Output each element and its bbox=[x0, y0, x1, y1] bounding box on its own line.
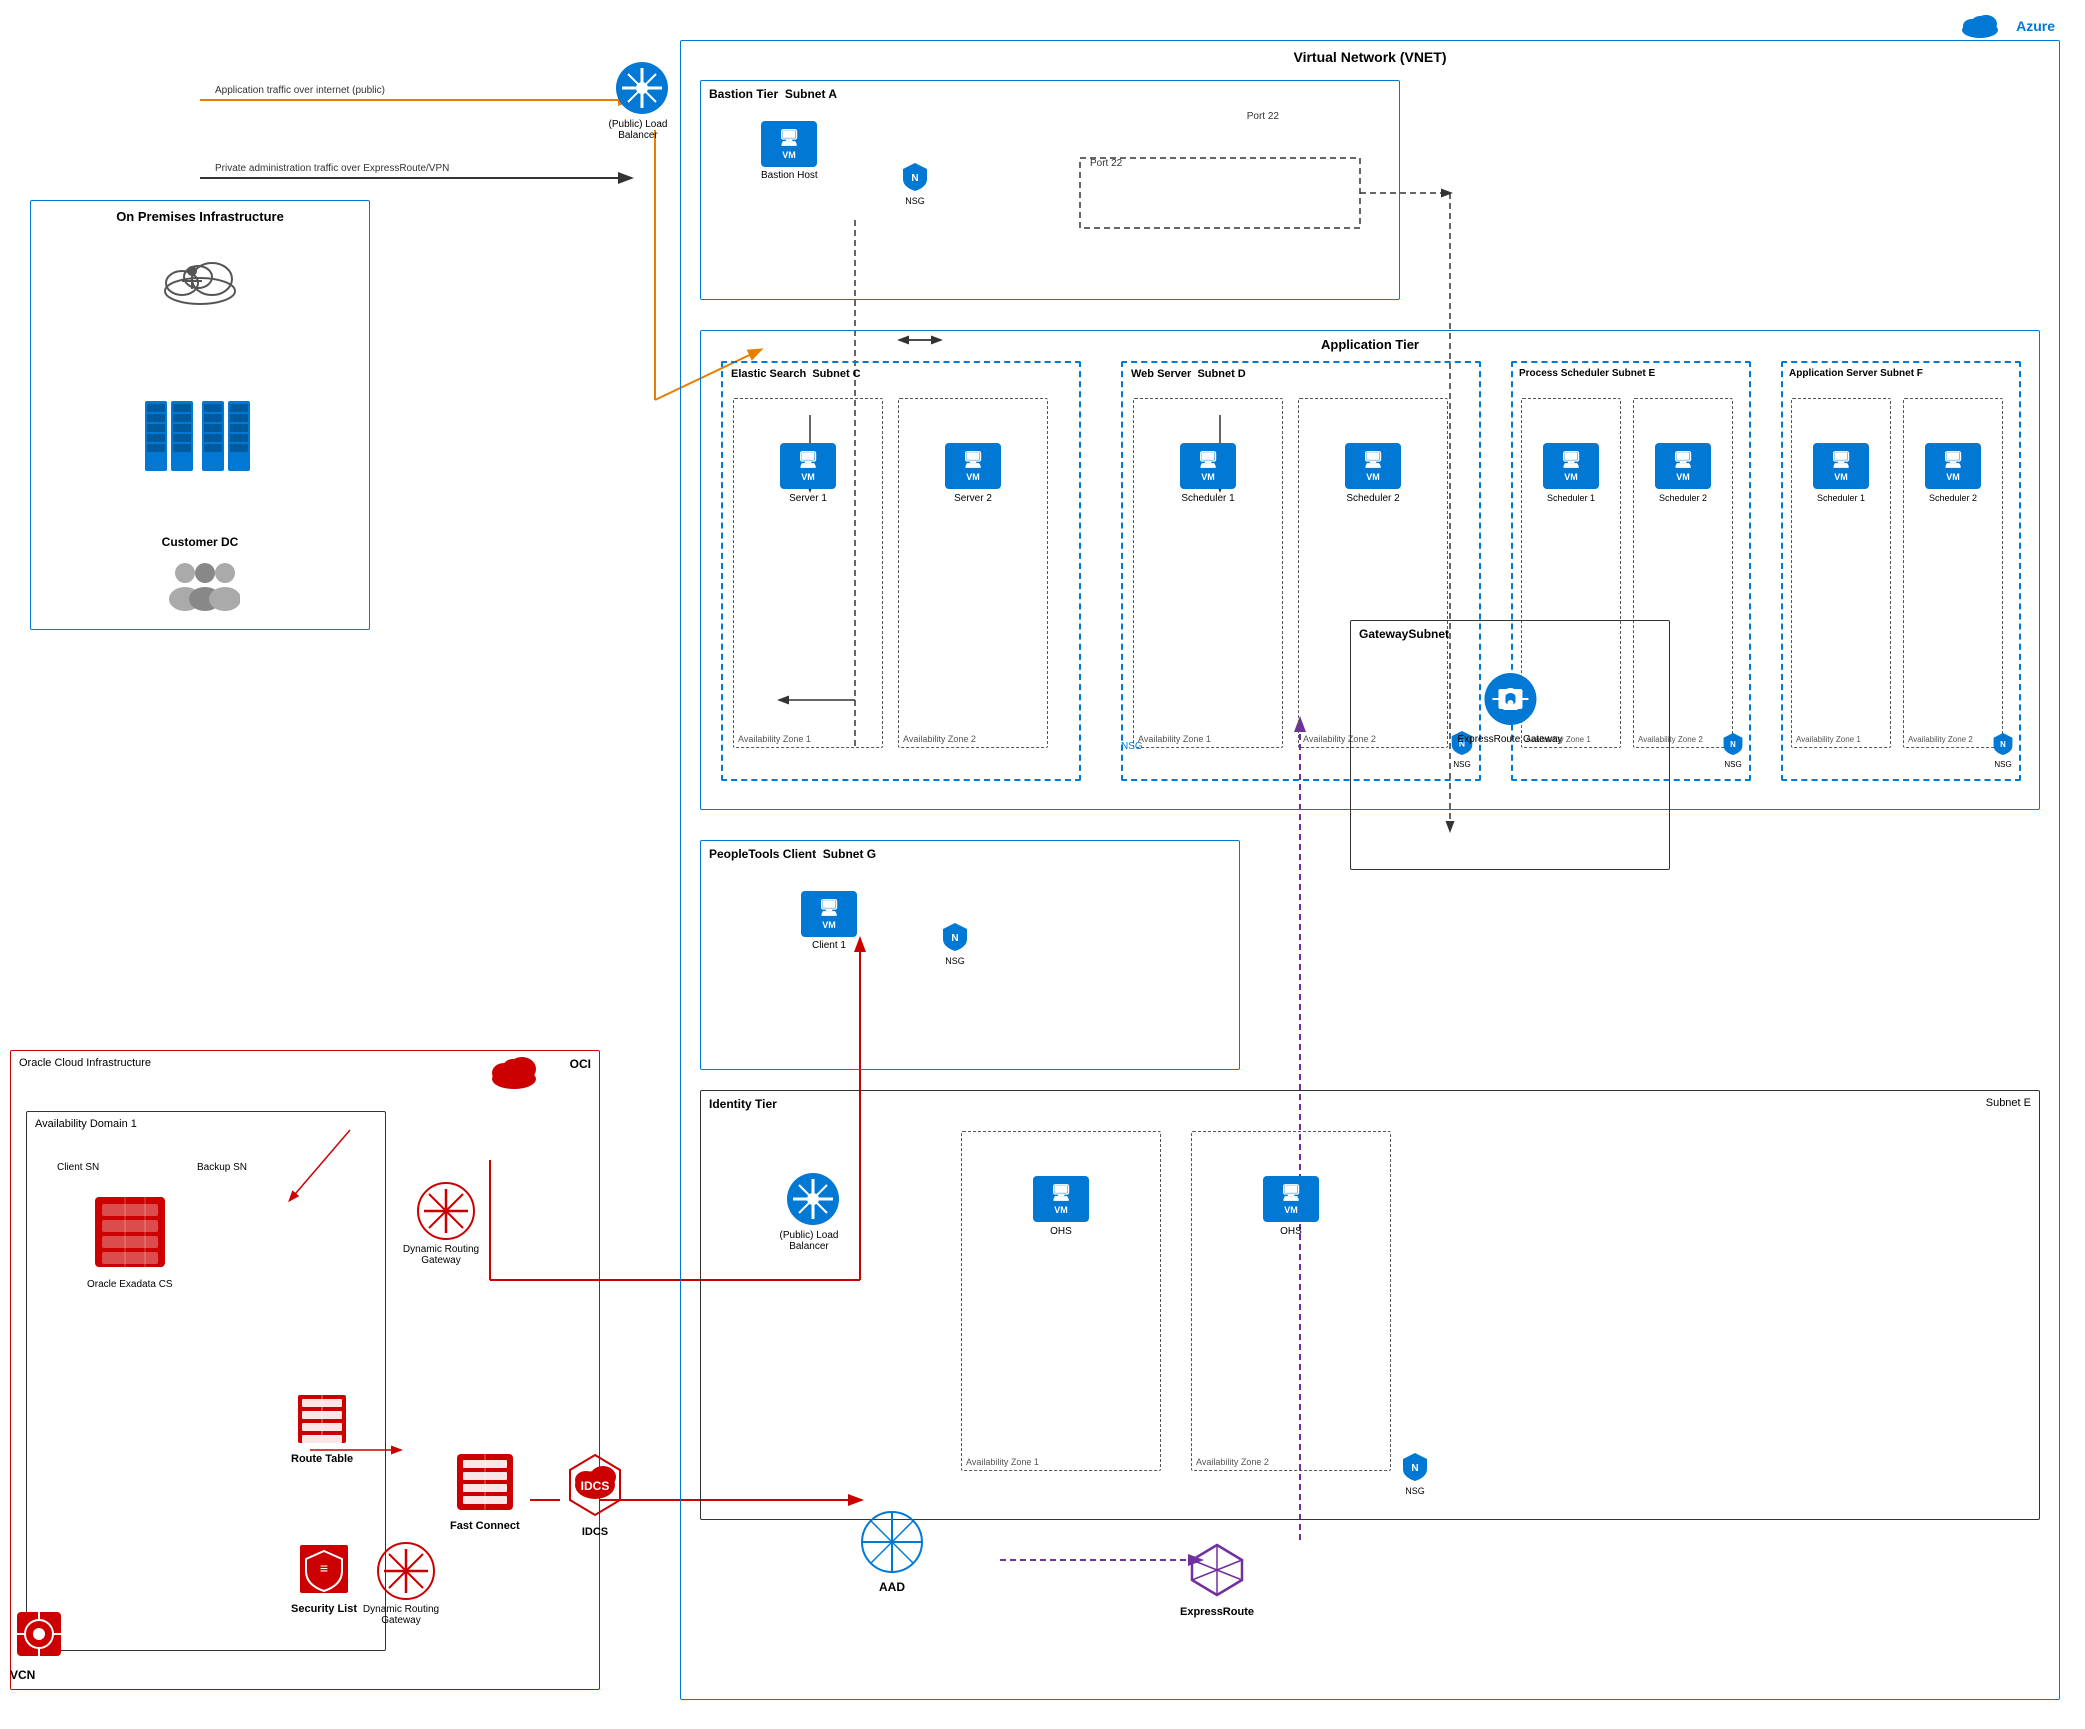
drg-bottom-container: Dynamic Routing Gateway bbox=[371, 1541, 441, 1626]
customer-dc-label: Customer DC bbox=[162, 535, 239, 549]
nsg-identity: N NSG bbox=[1401, 1451, 1429, 1496]
expressroute-container: ExpressRoute bbox=[1180, 1540, 1254, 1618]
server-icons bbox=[145, 401, 255, 484]
ohs1-vm: 🖥 VM bbox=[1033, 1176, 1089, 1222]
aad-container: AAD bbox=[860, 1510, 924, 1594]
public-lb-top: (Public) Load Balancer bbox=[610, 60, 673, 141]
backup-sn-label: Backup SN bbox=[197, 1162, 247, 1173]
fast-connect-container: Fast Connect bbox=[450, 1450, 520, 1532]
es-az2: 🖥 VM Server 2 Availability Zone 2 bbox=[898, 398, 1048, 748]
bastion-tier-label: Bastion Tier Subnet A bbox=[709, 87, 837, 101]
ohs2-vm: 🖥 VM bbox=[1263, 1176, 1319, 1222]
vnet-label: Virtual Network (VNET) bbox=[1294, 49, 1447, 65]
port22-label: Port 22 bbox=[1247, 111, 1279, 122]
as-scheduler2-vm: 🖥 VM bbox=[1925, 443, 1981, 489]
svg-text:N: N bbox=[1730, 740, 1736, 749]
nsg-as: N NSG bbox=[1992, 731, 2014, 769]
on-premises-label: On Premises Infrastructure bbox=[116, 209, 284, 224]
ohs-az1: 🖥 VM OHS Availability Zone 1 bbox=[961, 1131, 1161, 1471]
client1-container: 🖥 VM Client 1 bbox=[801, 891, 857, 951]
app-server-box: Application Server Subnet F 🖥 VM Schedul… bbox=[1781, 361, 2021, 781]
as-scheduler1-vm: 🖥 VM bbox=[1813, 443, 1869, 489]
gateway-subnet-box: GatewaySubnet ExpressRoute Gateway bbox=[1350, 620, 1670, 870]
server1-vm: 🖥 VM bbox=[780, 443, 836, 489]
svg-text:N: N bbox=[911, 173, 918, 184]
oci-label: OCI bbox=[570, 1057, 591, 1071]
elastic-search-box: Elastic Search Subnet C 🖥 VM Server 1 Av… bbox=[721, 361, 1081, 781]
bastion-tier-box: Bastion Tier Subnet A 🖥 VM Bastion Host … bbox=[700, 80, 1400, 300]
availability-domain-label: Availability Domain 1 bbox=[35, 1118, 137, 1130]
peopletools-label: PeopleTools Client Subnet G bbox=[709, 847, 876, 861]
private-admin-label: Private administration traffic over Expr… bbox=[215, 163, 449, 174]
ps-scheduler1-vm: 🖥 VM bbox=[1543, 443, 1599, 489]
nsg-ps: N NSG bbox=[1722, 731, 1744, 769]
idcs-container: IDCS IDCS bbox=[560, 1450, 630, 1538]
azure-label: Azure bbox=[2016, 18, 2055, 34]
identity-tier-box: Identity Tier Subnet E (Public) Load Bal… bbox=[700, 1090, 2040, 1520]
app-traffic-label: Application traffic over internet (publi… bbox=[215, 85, 385, 96]
client1-vm: 🖥 VM bbox=[801, 891, 857, 937]
ws-az1: 🖥 VM Scheduler 1 Availability Zone 1 bbox=[1133, 398, 1283, 748]
on-premises-box: On Premises Infrastructure bbox=[30, 200, 370, 630]
route-table-container: Route Table bbox=[291, 1391, 353, 1465]
cloud-icon bbox=[160, 251, 240, 309]
public-lb-label: (Public) Load Balancer bbox=[603, 119, 673, 141]
oci-cloud-icon bbox=[489, 1051, 539, 1094]
gateway-subnet-label: GatewaySubnet bbox=[1359, 627, 1449, 641]
elastic-search-label: Elastic Search Subnet C bbox=[731, 368, 861, 380]
application-tier-label: Application Tier bbox=[1321, 337, 1419, 352]
nsg-peopletools: N NSG bbox=[941, 921, 969, 966]
web-server-label: Web Server Subnet D bbox=[1131, 368, 1246, 380]
azure-cloud-icon bbox=[1960, 8, 2000, 43]
oci-box: OCI Oracle Cloud Infrastructure Availabi… bbox=[10, 1050, 600, 1690]
nsg-bastion: N NSG bbox=[901, 161, 929, 206]
svg-text:N: N bbox=[2000, 740, 2006, 749]
app-server-label: Application Server Subnet F bbox=[1789, 368, 1923, 379]
people-icon bbox=[160, 561, 240, 619]
svg-text:IDCS: IDCS bbox=[581, 1479, 610, 1493]
diagram-container: Azure Application traffic over internet … bbox=[0, 0, 2085, 1729]
port22-dashed-label: Port 22 bbox=[1090, 158, 1122, 169]
nsg-app-tier-label: NSG bbox=[1121, 741, 1143, 752]
security-list-container: ≡ Security List bbox=[291, 1541, 357, 1615]
client-sn-label: Client SN bbox=[57, 1162, 99, 1173]
peopletools-box: PeopleTools Client Subnet G 🖥 VM Client … bbox=[700, 840, 1240, 1070]
server2-vm: 🖥 VM bbox=[945, 443, 1001, 489]
ps-scheduler2-vm: 🖥 VM bbox=[1655, 443, 1711, 489]
process-scheduler-label: Process Scheduler Subnet E bbox=[1519, 368, 1655, 379]
oracle-cloud-label: Oracle Cloud Infrastructure bbox=[19, 1057, 151, 1069]
es-az1: 🖥 VM Server 1 Availability Zone 1 bbox=[733, 398, 883, 748]
expressroute-gateway-container: ExpressRoute Gateway bbox=[1457, 671, 1562, 745]
vcn-label: VCN bbox=[10, 1668, 35, 1682]
vcn-icon bbox=[15, 1610, 63, 1661]
ohs-az2: 🖥 VM OHS Availability Zone 2 bbox=[1191, 1131, 1391, 1471]
as-az1: 🖥 VM Scheduler 1 Availability Zone 1 bbox=[1791, 398, 1891, 748]
identity-lb-container: (Public) Load Balancer bbox=[781, 1171, 844, 1252]
identity-tier-label: Identity Tier bbox=[709, 1097, 777, 1111]
svg-text:≡: ≡ bbox=[320, 1560, 328, 1576]
as-az2: 🖥 VM Scheduler 2 Availability Zone 2 bbox=[1903, 398, 2003, 748]
ws-scheduler2-vm: 🖥 VM bbox=[1345, 443, 1401, 489]
oracle-exadata-container: Oracle Exadata CS bbox=[87, 1192, 173, 1290]
bastion-host-container: 🖥 VM Bastion Host bbox=[761, 121, 818, 181]
drg-top-container: Dynamic Routing Gateway bbox=[411, 1181, 481, 1266]
ws-scheduler1-vm: 🖥 VM bbox=[1180, 443, 1236, 489]
svg-text:N: N bbox=[1411, 1463, 1418, 1474]
svg-text:N: N bbox=[951, 933, 958, 944]
identity-subnet-e-label: Subnet E bbox=[1986, 1097, 2031, 1109]
bastion-host-vm: 🖥 VM bbox=[761, 121, 817, 167]
